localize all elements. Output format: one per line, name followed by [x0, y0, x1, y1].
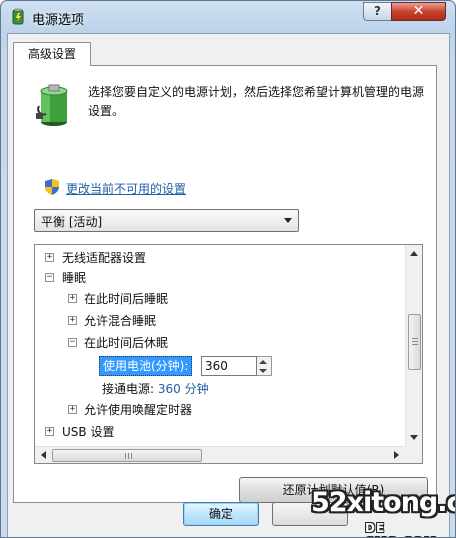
scroll-up-icon[interactable]: [410, 251, 418, 256]
vertical-scroll-thumb[interactable]: [408, 314, 421, 370]
scroll-right-icon[interactable]: [394, 451, 399, 459]
tree-item-label: 无线适配器设置: [62, 251, 147, 265]
tab-advanced-settings[interactable]: 高级设置: [13, 42, 91, 66]
tree-item-label: 睡眠: [62, 271, 87, 285]
expand-icon[interactable]: +: [45, 427, 54, 436]
stepper-up-icon[interactable]: [259, 360, 267, 364]
tree-item-label: USB 设置: [62, 425, 115, 439]
power-options-window: 电源选项 ? ✕ 高级设置 选择您要自定义的电源计划，然后选择您希望计算机管理的…: [0, 0, 456, 538]
scroll-down-icon[interactable]: [410, 435, 418, 440]
tree-item-label: 允许使用唤醒定时器: [84, 403, 193, 417]
expand-icon[interactable]: +: [68, 316, 77, 325]
stepper-down-icon[interactable]: [259, 369, 267, 373]
vertical-scrollbar[interactable]: [405, 245, 422, 446]
tree-item-label: 允许混合睡眠: [84, 314, 157, 328]
minutes-stepper[interactable]: [257, 356, 272, 376]
on-battery-minutes-input[interactable]: 360: [201, 356, 257, 376]
uac-shield-icon: [45, 179, 59, 195]
dialog-client-area: 高级设置 选择您要自定义的电源计划，然后选择您希望计算机管理的电源设置。 更改当…: [7, 33, 450, 537]
horizontal-scrollbar[interactable]: [35, 446, 405, 463]
description-text: 选择您要自定义的电源计划，然后选择您希望计算机管理的电源设置。: [88, 85, 425, 118]
plugged-in-label: 接通电源:: [102, 382, 155, 396]
on-battery-label[interactable]: 使用电池(分钟):: [99, 356, 193, 376]
scrollbar-corner: [405, 446, 422, 463]
advanced-settings-panel: 选择您要自定义的电源计划，然后选择您希望计算机管理的电源设置。 更改当前不可用的…: [13, 65, 437, 503]
scroll-left-icon[interactable]: [41, 451, 46, 459]
collapse-icon[interactable]: −: [45, 273, 54, 282]
power-plan-dropdown[interactable]: 平衡 [活动]: [34, 209, 299, 232]
grip-line: [412, 344, 418, 345]
power-battery-icon: [36, 84, 68, 126]
tree-item-label: 在此时间后休眠: [84, 336, 169, 350]
window-title: 电源选项: [32, 13, 85, 28]
expand-icon[interactable]: +: [68, 294, 77, 303]
tree-item-label: 在此时间后睡眠: [84, 292, 169, 306]
help-button[interactable]: ?: [363, 2, 392, 21]
grip-line: [131, 453, 132, 459]
grip-line: [128, 453, 129, 459]
expand-icon[interactable]: +: [45, 253, 54, 262]
grip-line: [412, 338, 418, 339]
grip-line: [125, 453, 126, 459]
chevron-down-icon: [284, 218, 292, 223]
settings-tree[interactable]: + 无线适配器设置 − 睡眠 + 在此时间后睡眠 + 允许混合睡眠 − 在此时间…: [34, 244, 423, 464]
power-plan-value: 平衡 [活动]: [41, 215, 103, 229]
plugged-in-setting[interactable]: 接通电源: 360 分钟: [102, 379, 209, 399]
expand-icon[interactable]: +: [68, 405, 77, 414]
ok-button[interactable]: 确定: [183, 502, 259, 526]
power-options-icon: [12, 8, 24, 25]
horizontal-scroll-thumb[interactable]: [52, 449, 202, 462]
collapse-icon[interactable]: −: [68, 338, 77, 347]
title-bar[interactable]: 电源选项 ? ✕: [1, 1, 455, 33]
watermark-logo: 52xitong.com: [311, 487, 455, 518]
plugged-in-value[interactable]: 360 分钟: [158, 382, 209, 396]
close-button[interactable]: ✕: [391, 2, 446, 21]
grip-line: [412, 341, 418, 342]
change-unavailable-settings-link[interactable]: 更改当前不可用的设置: [66, 180, 186, 197]
watermark-subtext: DE CMS.COM: [365, 521, 436, 537]
